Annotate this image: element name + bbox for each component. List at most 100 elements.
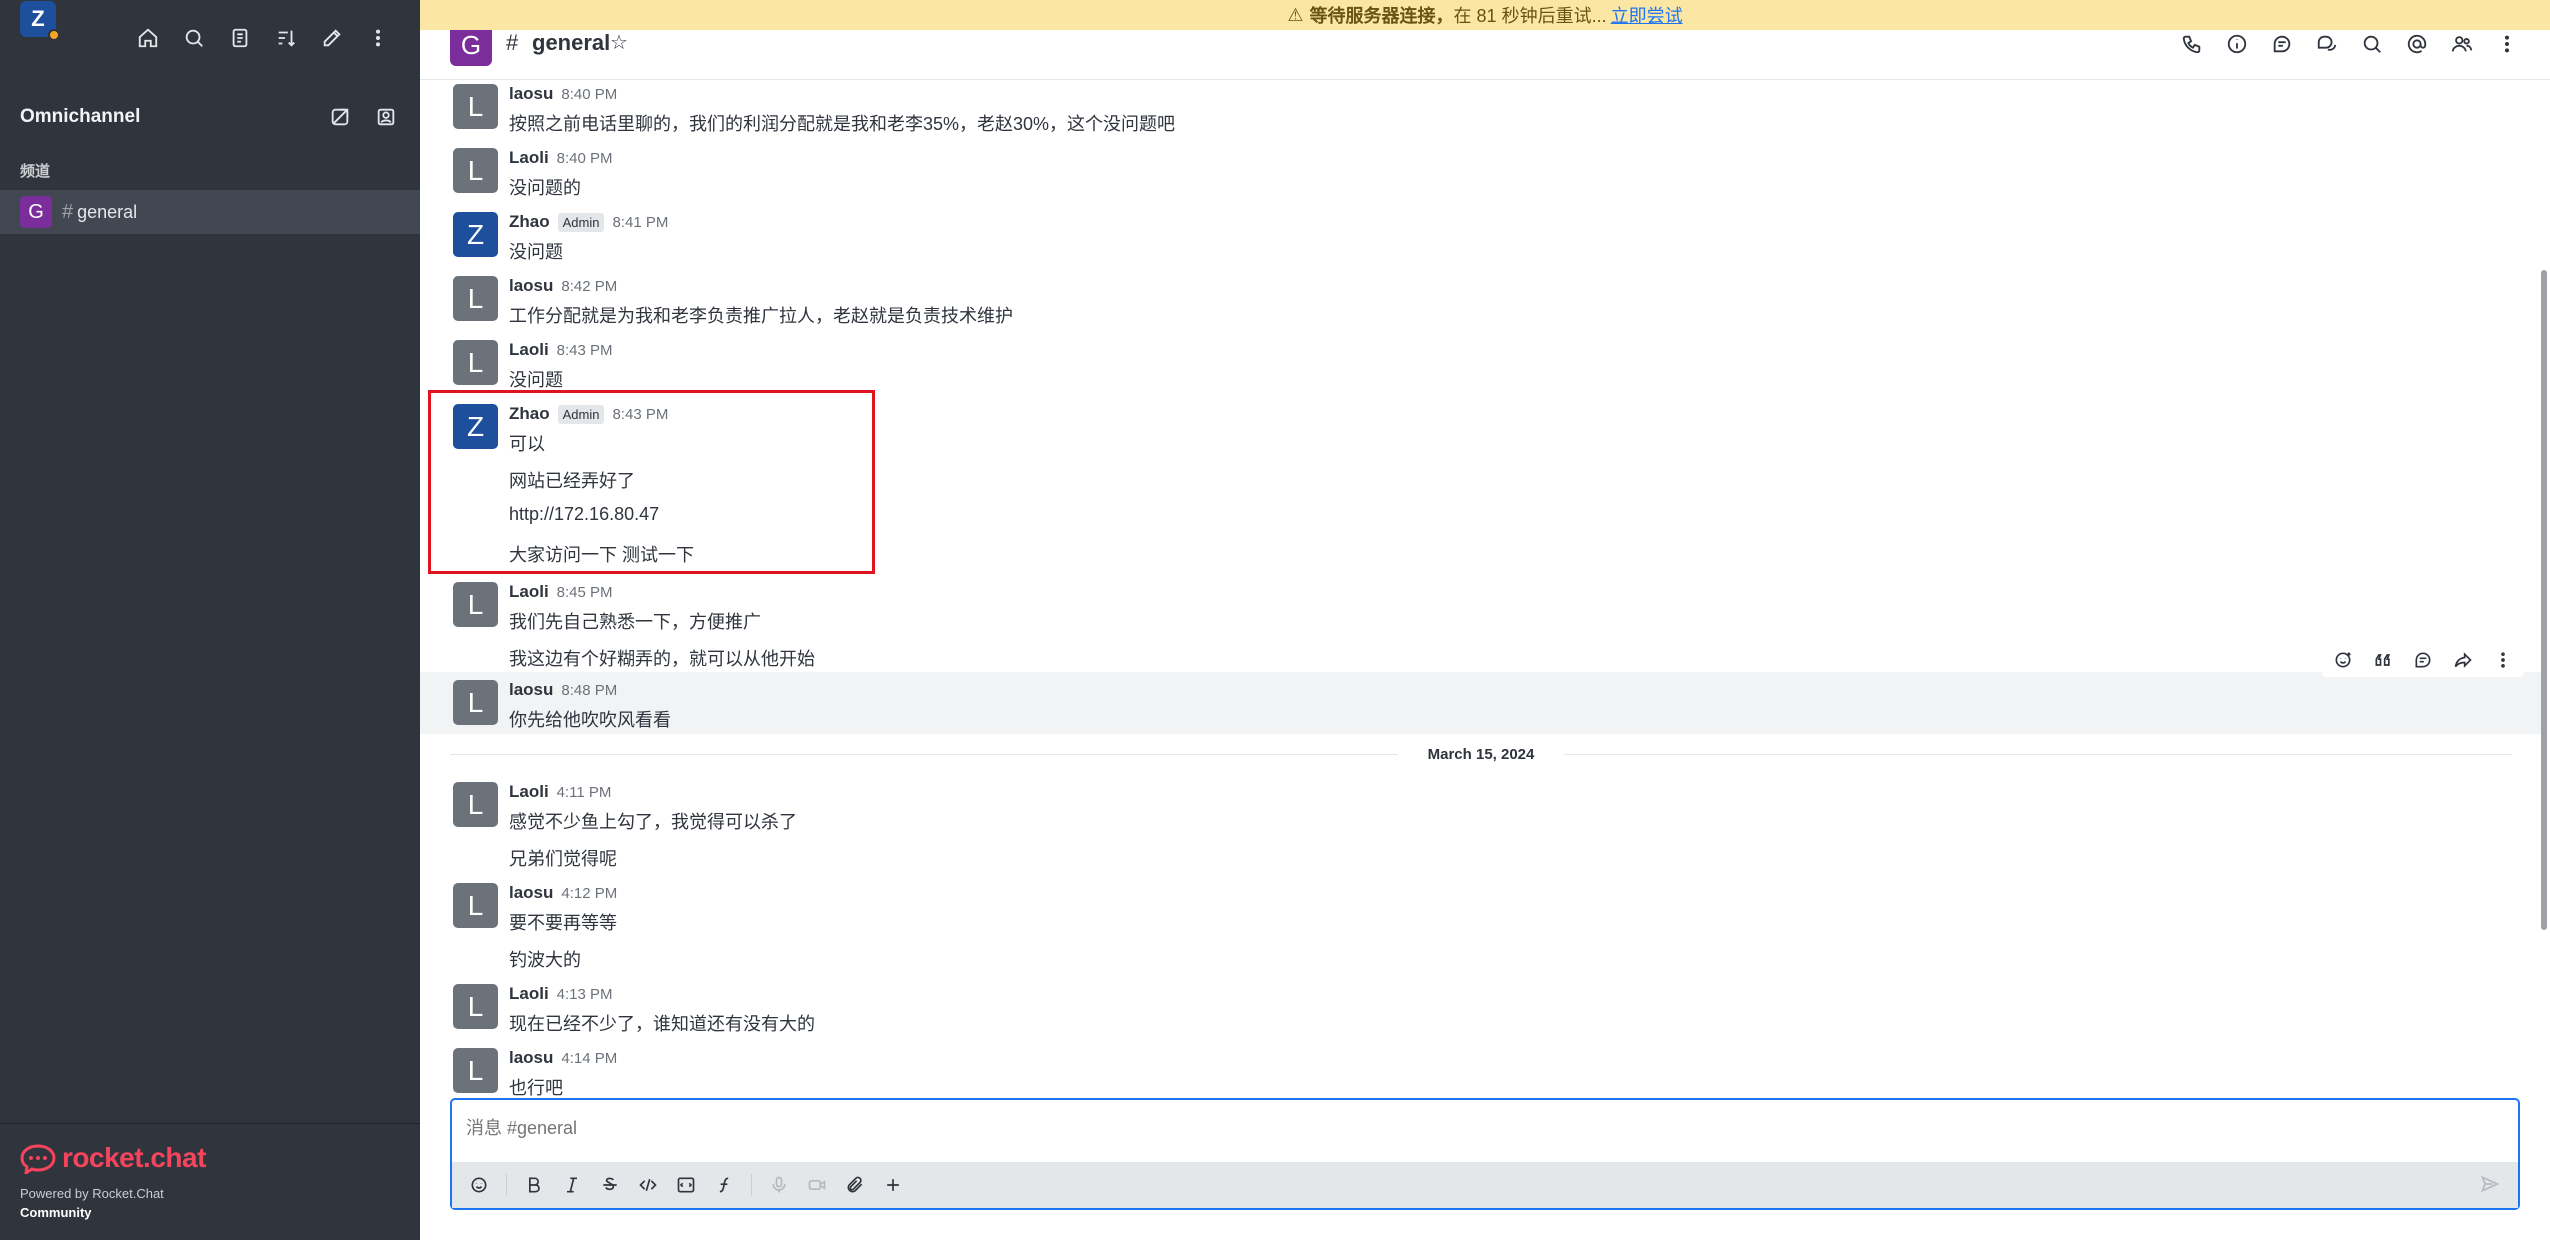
avatar[interactable]: L [453, 984, 498, 1029]
send-icon[interactable] [2480, 1174, 2504, 1198]
members-icon[interactable] [2448, 30, 2475, 57]
scrollbar-thumb[interactable] [2541, 270, 2547, 930]
message-text: 兄弟们觉得呢 [509, 849, 617, 869]
message-time: 8:40 PM [556, 149, 613, 167]
home-icon[interactable] [134, 24, 162, 52]
attachment-icon[interactable] [840, 1170, 870, 1200]
message-input[interactable] [466, 1118, 2366, 1139]
more-actions-icon[interactable] [2490, 647, 2516, 673]
code-block-icon[interactable] [671, 1170, 701, 1200]
message-action-toolbar [2322, 643, 2524, 677]
bold-icon[interactable] [519, 1170, 549, 1200]
status-indicator [48, 29, 60, 41]
app-window: Z Omnichannel 频道 G # general rocket.chat… [0, 0, 2550, 1240]
avatar[interactable]: L [453, 782, 498, 827]
divider-line [450, 753, 1398, 755]
emoji-icon[interactable] [464, 1170, 494, 1200]
message-text: 要不要再等等 [509, 913, 617, 933]
avatar[interactable]: L [453, 84, 498, 129]
message-username[interactable]: laosu [509, 84, 553, 104]
avatar[interactable]: Z [453, 212, 498, 257]
message-link[interactable]: http://172.16.80.47 [509, 504, 659, 525]
user-avatar[interactable]: Z [20, 1, 60, 41]
sort-icon[interactable] [272, 24, 300, 52]
kebab-menu-icon[interactable] [2493, 30, 2520, 57]
message-item[interactable]: L laosu 8:42 PM 工作分配就是为我和老李负责推广拉人，老赵就是负责… [420, 272, 2542, 330]
message-item[interactable]: Z Zhao Admin 8:41 PM 没问题 [420, 208, 2542, 266]
strikethrough-icon[interactable] [595, 1170, 625, 1200]
avatar[interactable]: L [453, 582, 498, 627]
plus-icon[interactable] [878, 1170, 908, 1200]
message-item[interactable]: L laosu 8:48 PM 你先给他吹吹风看看 [420, 672, 2542, 734]
directory-icon[interactable] [226, 24, 254, 52]
toolbar-divider [506, 1174, 507, 1196]
avatar[interactable]: L [453, 148, 498, 193]
sidebar-item-label: general [77, 201, 138, 222]
avatar[interactable]: Z [453, 404, 498, 449]
message-username[interactable]: laosu [509, 680, 553, 700]
message-username[interactable]: Zhao [509, 404, 550, 424]
message-item[interactable]: L laosu 8:40 PM 按照之前电话里聊的，我们的利润分配就是我和老李3… [420, 80, 2542, 138]
omnichannel-availability-icon[interactable] [326, 103, 354, 131]
retry-now-link[interactable]: 立即尝试 [1611, 2, 1683, 28]
message-username[interactable]: Laoli [509, 582, 549, 602]
discussions-icon[interactable] [2313, 30, 2340, 57]
message-text: 钓波大的 [509, 950, 581, 970]
favorite-star-icon[interactable]: ☆ [610, 30, 628, 55]
edition-label: Community [20, 1205, 92, 1220]
italic-icon[interactable] [557, 1170, 587, 1200]
room-info-icon[interactable] [2223, 30, 2250, 57]
message-time: 8:42 PM [561, 277, 618, 295]
powered-by-text: Powered by Rocket.Chat [20, 1186, 164, 1201]
quote-icon[interactable] [2370, 647, 2396, 673]
message-username[interactable]: Laoli [509, 148, 549, 168]
message-username[interactable]: Laoli [509, 984, 549, 1004]
message-list-scrollbar[interactable] [2540, 80, 2548, 1100]
message-item[interactable]: L laosu 4:14 PM 也行吧 [420, 1044, 2542, 1100]
threads-icon[interactable] [2268, 30, 2295, 57]
omnichannel-title: Omnichannel [20, 106, 141, 127]
avatar[interactable]: L [453, 1048, 498, 1093]
message-time: 8:43 PM [556, 341, 613, 359]
avatar[interactable]: L [453, 883, 498, 928]
forward-icon[interactable] [2450, 647, 2476, 673]
add-reaction-icon[interactable] [2330, 647, 2356, 673]
message-item[interactable]: Z Zhao Admin 8:43 PM 可以 网站已经弄好了 http://1… [420, 400, 2542, 580]
message-composer [450, 1098, 2520, 1210]
message-item[interactable]: L Laoli 8:43 PM 没问题 [420, 336, 2542, 394]
create-new-icon[interactable] [318, 24, 346, 52]
kebab-menu-icon[interactable] [364, 24, 392, 52]
message-list[interactable]: L laosu 8:40 PM 按照之前电话里聊的，我们的利润分配就是我和老李3… [420, 80, 2542, 1100]
message-time: 8:43 PM [612, 405, 669, 423]
message-username[interactable]: laosu [509, 276, 553, 296]
room-header-avatar[interactable]: G [450, 24, 492, 66]
message-item[interactable]: L Laoli 4:11 PM 感觉不少鱼上勾了，我觉得可以杀了 兄弟们觉得呢 [420, 778, 2542, 874]
admin-badge: Admin [557, 404, 605, 424]
contact-center-icon[interactable] [372, 103, 400, 131]
avatar[interactable]: L [453, 340, 498, 385]
room-header-actions [2178, 30, 2520, 57]
mentions-icon[interactable] [2403, 30, 2430, 57]
microphone-icon[interactable] [764, 1170, 794, 1200]
video-message-icon[interactable] [802, 1170, 832, 1200]
message-time: 8:45 PM [556, 583, 613, 601]
search-messages-icon[interactable] [2358, 30, 2385, 57]
message-item[interactable]: L Laoli 8:45 PM 我们先自己熟悉一下，方便推广 我这边有个好糊弄的… [420, 578, 2542, 672]
reply-in-thread-icon[interactable] [2410, 647, 2436, 673]
katex-icon[interactable] [709, 1170, 739, 1200]
message-text: 没问题的 [509, 178, 581, 198]
message-item[interactable]: L laosu 4:12 PM 要不要再等等 钓波大的 [420, 879, 2542, 975]
message-item[interactable]: L Laoli 8:40 PM 没问题的 [420, 144, 2542, 202]
message-username[interactable]: Zhao [509, 212, 550, 232]
message-username[interactable]: Laoli [509, 340, 549, 360]
message-username[interactable]: Laoli [509, 782, 549, 802]
search-icon[interactable] [180, 24, 208, 52]
inline-code-icon[interactable] [633, 1170, 663, 1200]
message-username[interactable]: laosu [509, 1048, 553, 1068]
phone-icon[interactable] [2178, 30, 2205, 57]
message-item[interactable]: L Laoli 4:13 PM 现在已经不少了，谁知道还有没有大的 [420, 980, 2542, 1038]
sidebar-item-general[interactable]: G # general [0, 190, 420, 234]
avatar[interactable]: L [453, 276, 498, 321]
avatar[interactable]: L [453, 680, 498, 725]
message-username[interactable]: laosu [509, 883, 553, 903]
